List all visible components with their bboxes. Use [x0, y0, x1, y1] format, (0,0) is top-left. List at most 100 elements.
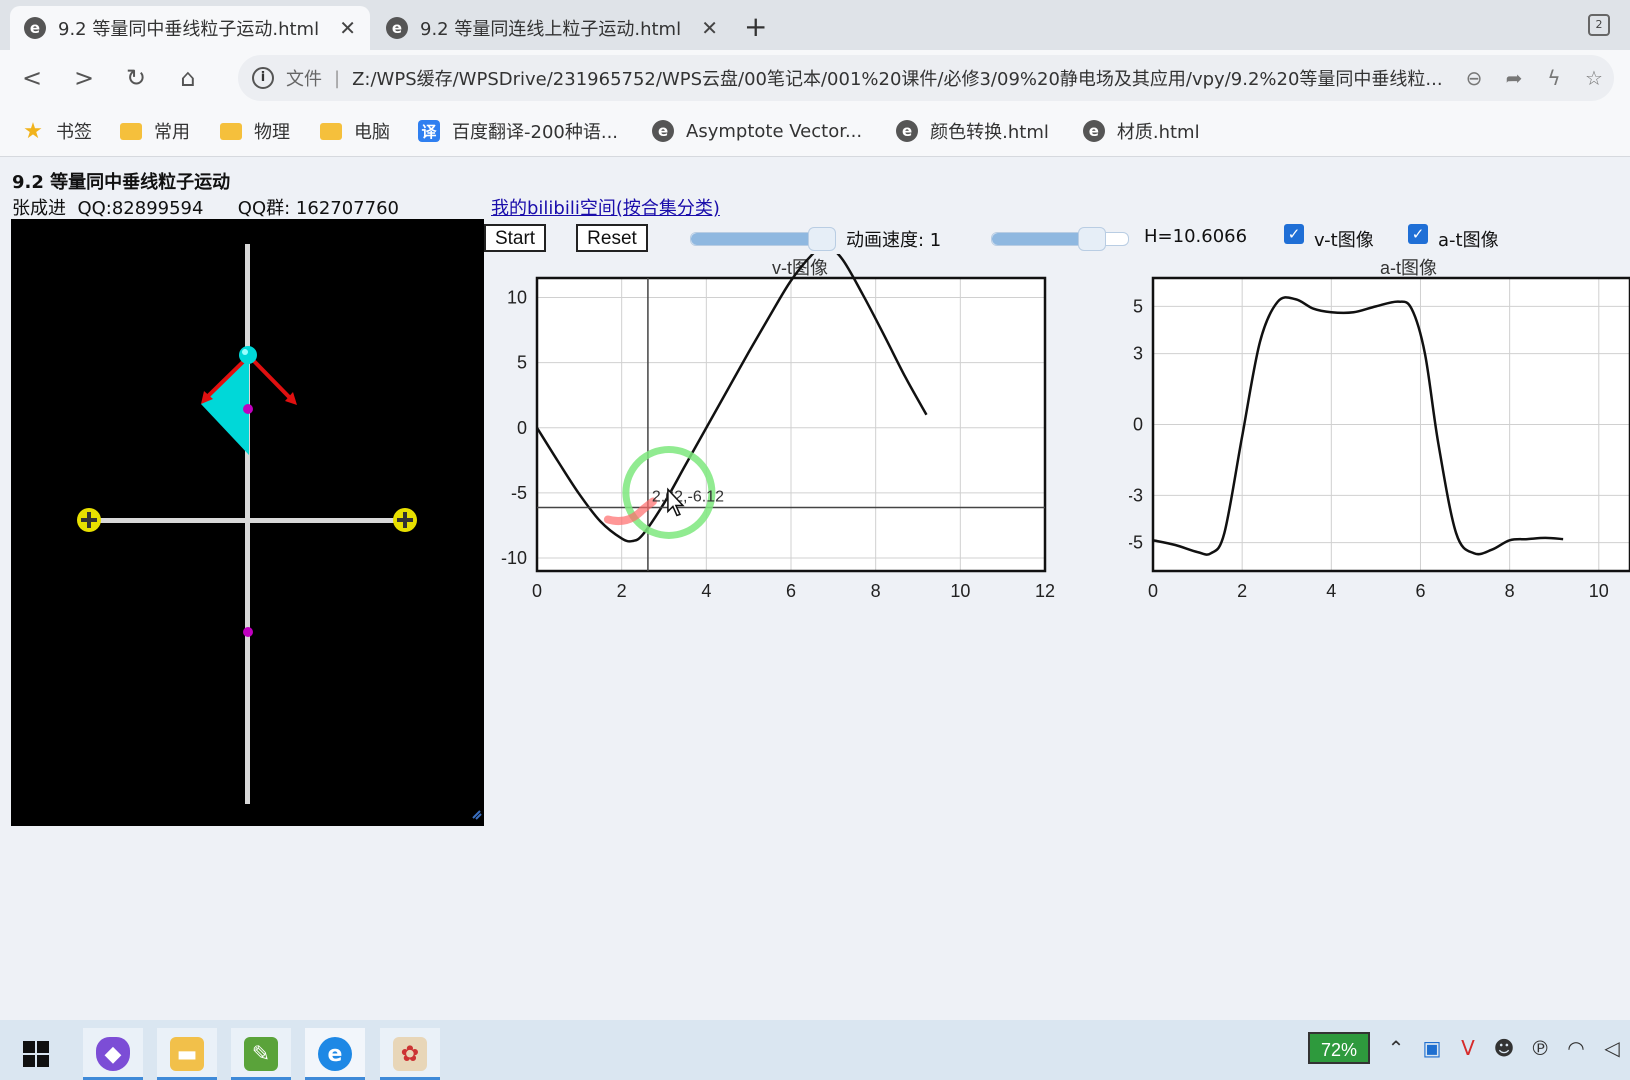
x-tick-label: 6 — [786, 581, 796, 601]
edge-icon: e — [652, 120, 675, 142]
star-icon: ★ — [23, 118, 43, 144]
height-slider-fill — [992, 233, 1092, 245]
perpendicular-rod — [245, 244, 250, 804]
address-bar[interactable]: i 文件 | Z:/WPS缓存/WPSDrive/231965752/WPS云盘… — [238, 55, 1614, 101]
bookmark-label: 材质.html — [1116, 122, 1200, 143]
close-tab-icon[interactable]: ✕ — [701, 16, 718, 40]
x-tick-label: 6 — [1415, 581, 1425, 601]
bookmark-label: 书签 — [56, 122, 92, 143]
at-chart[interactable]: 0 2 4 6 8 10 5 3 0 -3 -5 — [1127, 254, 1630, 634]
charge-right — [393, 508, 417, 532]
author-info: 张成进 QQ:82899594 QQ群: 162707760 — [12, 198, 399, 219]
editor-icon[interactable]: ✎ — [231, 1028, 291, 1080]
speed-slider-thumb[interactable] — [807, 227, 836, 251]
folder-icon — [120, 122, 142, 140]
zoom-out-icon[interactable]: ⊖ — [1454, 66, 1494, 90]
connecting-rod — [89, 518, 416, 523]
reset-button[interactable]: Reset — [576, 224, 648, 252]
marker-upper — [243, 404, 253, 414]
speed-slider[interactable] — [690, 227, 836, 251]
qq-icon[interactable]: ☻ — [1490, 1032, 1518, 1064]
bookmark-label: 百度翻译-200种语... — [452, 122, 619, 143]
scheme-label: 文件 — [286, 69, 322, 90]
meeting-icon[interactable]: ▣ — [1418, 1032, 1446, 1064]
reload-icon[interactable]: ↻ — [118, 60, 154, 96]
url-text[interactable]: Z:/WPS缓存/WPSDrive/231965752/WPS云盘/00笔记本/… — [352, 65, 1454, 91]
share-icon[interactable]: ➦ — [1494, 66, 1534, 90]
chevron-up-icon[interactable]: ⌃ — [1382, 1032, 1410, 1064]
bookmark-item[interactable]: e 材质.html — [1082, 118, 1200, 144]
separator: | — [334, 67, 341, 89]
speed-label: 动画速度: 1 — [846, 230, 942, 251]
edge-file-icon: e — [386, 17, 408, 39]
battery-indicator[interactable]: 72% — [1308, 1032, 1370, 1064]
tab-active[interactable]: e 9.2 等量同中垂线粒子运动.html ✕ — [10, 6, 370, 50]
edge-icon: e — [1082, 120, 1105, 142]
height-slider[interactable] — [991, 227, 1129, 251]
new-tab-button[interactable]: + — [744, 10, 767, 43]
y-tick-label: -10 — [501, 548, 527, 568]
controls-bar: Start Reset 动画速度: 1 H=10.6066 ✓ v-t图像 ✓ … — [484, 222, 1630, 254]
x-tick-label: 4 — [701, 581, 711, 601]
tab-count-icon[interactable]: 2 — [1588, 14, 1610, 36]
bookmark-item[interactable]: 常用 — [120, 118, 190, 144]
browser-toolbar: < > ↻ ⌂ i 文件 | Z:/WPS缓存/WPSDrive/2319657… — [0, 50, 1630, 106]
volume-icon[interactable]: ◁ — [1598, 1032, 1626, 1064]
simulation-canvas[interactable] — [11, 219, 484, 826]
file-explorer-icon[interactable]: ▬ — [157, 1028, 217, 1080]
y-tick-label: 0 — [517, 418, 527, 438]
edge-icon: e — [896, 120, 919, 142]
bookmark-item[interactable]: 译 百度翻译-200种语... — [418, 118, 618, 144]
bookmarks-bar: ★ 书签 常用 物理 电脑 译 百度翻译-200种语... e Asymptot… — [0, 106, 1630, 157]
favorite-star-icon[interactable]: ☆ — [1574, 66, 1614, 90]
folder-icon — [320, 122, 342, 140]
y-tick-label: 10 — [507, 288, 527, 308]
velocity-wedge — [201, 356, 249, 455]
tab-title: 9.2 等量同中垂线粒子运动.html — [58, 19, 320, 40]
wifi-icon[interactable]: ◠ — [1562, 1032, 1590, 1064]
forward-icon[interactable]: > — [66, 60, 102, 96]
close-tab-icon[interactable]: ✕ — [339, 16, 356, 40]
bookmark-item[interactable]: 物理 — [220, 118, 290, 144]
vt-chart[interactable]: 0 2 4 6 8 10 12 10 5 0 -5 -10 2.62,-6.12 — [484, 244, 1129, 634]
antivirus-icon[interactable]: V — [1454, 1032, 1482, 1064]
back-icon[interactable]: < — [14, 60, 50, 96]
start-button[interactable]: Start — [484, 224, 546, 252]
resize-handle-icon[interactable] — [472, 810, 482, 820]
obsidian-icon[interactable]: ◆ — [83, 1028, 143, 1080]
page-title: 9.2 等量同中垂线粒子运动 — [12, 172, 231, 193]
y-tick-label: 5 — [1133, 296, 1143, 316]
hover-value-label: 2.62,-6.12 — [652, 488, 724, 505]
x-tick-label: 8 — [871, 581, 881, 601]
edge-browser-icon[interactable]: e — [305, 1028, 365, 1080]
bookmark-item[interactable]: e Asymptote Vector... — [652, 120, 862, 142]
bookmark-item[interactable]: e 颜色转换.html — [896, 118, 1049, 144]
vt-checkbox[interactable]: ✓ — [1284, 224, 1304, 244]
x-tick-label: 0 — [532, 581, 542, 601]
folder-icon — [220, 122, 242, 140]
at-checkbox[interactable]: ✓ — [1408, 224, 1428, 244]
marker-lower — [243, 627, 253, 637]
tab-inactive[interactable]: e 9.2 等量同连线上粒子运动.html ✕ — [372, 6, 732, 50]
translate-icon: 译 — [418, 120, 440, 142]
bilibili-link[interactable]: 我的bilibili空间(按合集分类) — [491, 194, 720, 220]
bookmark-label: Asymptote Vector... — [686, 120, 863, 142]
bookmark-item[interactable]: 电脑 — [320, 118, 390, 144]
vt-checkbox-label: v-t图像 — [1314, 230, 1374, 251]
height-slider-thumb[interactable] — [1078, 227, 1107, 251]
paint-icon[interactable]: ✿ — [380, 1028, 440, 1080]
home-icon[interactable]: ⌂ — [170, 60, 206, 96]
h-value-label: H=10.6066 — [1144, 226, 1248, 247]
speed-slider-fill — [691, 233, 821, 245]
bookmark-item[interactable]: ★ 书签 — [22, 118, 92, 144]
lightning-icon[interactable]: ϟ — [1534, 66, 1574, 90]
pen-icon[interactable]: ℗ — [1526, 1032, 1554, 1064]
force-arrow-right — [247, 354, 295, 403]
x-tick-label: 12 — [1035, 581, 1055, 601]
particle — [239, 346, 257, 364]
x-tick-label: 2 — [617, 581, 627, 601]
info-icon[interactable]: i — [252, 67, 274, 89]
bookmark-label: 常用 — [154, 122, 190, 143]
tab-title: 9.2 等量同连线上粒子运动.html — [420, 19, 682, 40]
windows-start-icon[interactable] — [6, 1028, 66, 1080]
